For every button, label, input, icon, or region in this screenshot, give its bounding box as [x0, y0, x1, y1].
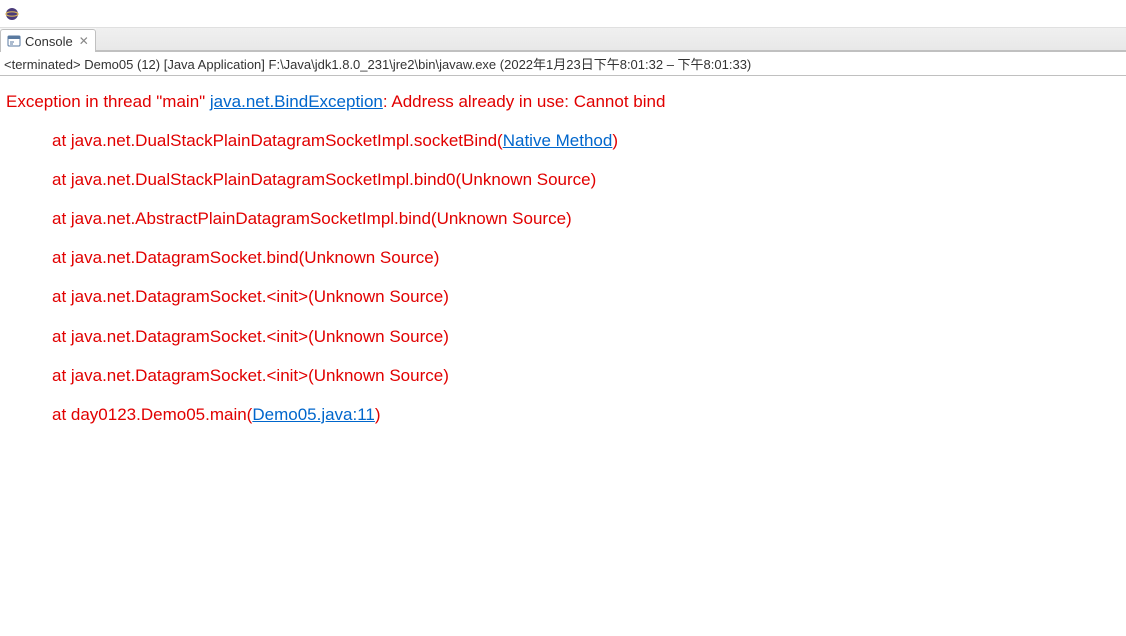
window-titlebar	[0, 0, 1126, 28]
stack-frame-text: at java.net.DatagramSocket.<init>(Unknow…	[52, 287, 449, 306]
tab-bar: Console ✕	[0, 28, 1126, 52]
stack-frame: at java.net.DualStackPlainDatagramSocket…	[4, 121, 1122, 160]
exception-prefix: Exception in thread "main"	[6, 92, 210, 111]
stack-frame: at day0123.Demo05.main(Demo05.java:11)	[4, 395, 1122, 434]
tab-console[interactable]: Console ✕	[0, 29, 96, 52]
exception-message: : Address already in use: Cannot bind	[383, 92, 666, 111]
tab-bar-remainder	[96, 28, 1126, 51]
stack-frame: at java.net.DatagramSocket.<init>(Unknow…	[4, 356, 1122, 395]
console-output[interactable]: Exception in thread "main" java.net.Bind…	[0, 76, 1126, 440]
tab-label: Console	[25, 34, 73, 49]
stack-frame-text: at java.net.DatagramSocket.<init>(Unknow…	[52, 327, 449, 346]
stack-frame-text: at day0123.Demo05.main(	[52, 405, 252, 424]
stack-frame: at java.net.DatagramSocket.bind(Unknown …	[4, 238, 1122, 277]
tab-close-icon[interactable]: ✕	[79, 34, 89, 48]
stack-frame-text: at java.net.DatagramSocket.bind(Unknown …	[52, 248, 439, 267]
console-icon	[7, 34, 21, 48]
stack-frame-text: at java.net.DualStackPlainDatagramSocket…	[52, 131, 503, 150]
exception-line: Exception in thread "main" java.net.Bind…	[4, 82, 1122, 121]
stack-frame: at java.net.AbstractPlainDatagramSocketI…	[4, 199, 1122, 238]
stack-frame: at java.net.DatagramSocket.<init>(Unknow…	[4, 317, 1122, 356]
stack-frame-text: at java.net.AbstractPlainDatagramSocketI…	[52, 209, 572, 228]
stack-frame-text-post: )	[375, 405, 381, 424]
stack-frame-text: at java.net.DualStackPlainDatagramSocket…	[52, 170, 596, 189]
stack-frame-text: at java.net.DatagramSocket.<init>(Unknow…	[52, 366, 449, 385]
stack-frame: at java.net.DatagramSocket.<init>(Unknow…	[4, 277, 1122, 316]
run-time: (2022年1月23日下午8:01:32 – 下午8:01:33)	[500, 57, 751, 72]
stack-frame-link[interactable]: Demo05.java:11	[252, 405, 375, 424]
stack-frame-link[interactable]: Native Method	[503, 131, 613, 150]
process-status-line: <terminated> Demo05 (12) [Java Applicati…	[0, 52, 1126, 76]
terminated-prefix: <terminated>	[4, 57, 81, 72]
exception-class-link[interactable]: java.net.BindException	[210, 92, 383, 111]
run-config-name: Demo05 (12) [Java Application]	[84, 57, 265, 72]
eclipse-icon	[4, 6, 20, 22]
stack-frame-text-post: )	[612, 131, 618, 150]
stack-frame: at java.net.DualStackPlainDatagramSocket…	[4, 160, 1122, 199]
exec-path: F:\Java\jdk1.8.0_231\jre2\bin\javaw.exe	[269, 57, 497, 72]
